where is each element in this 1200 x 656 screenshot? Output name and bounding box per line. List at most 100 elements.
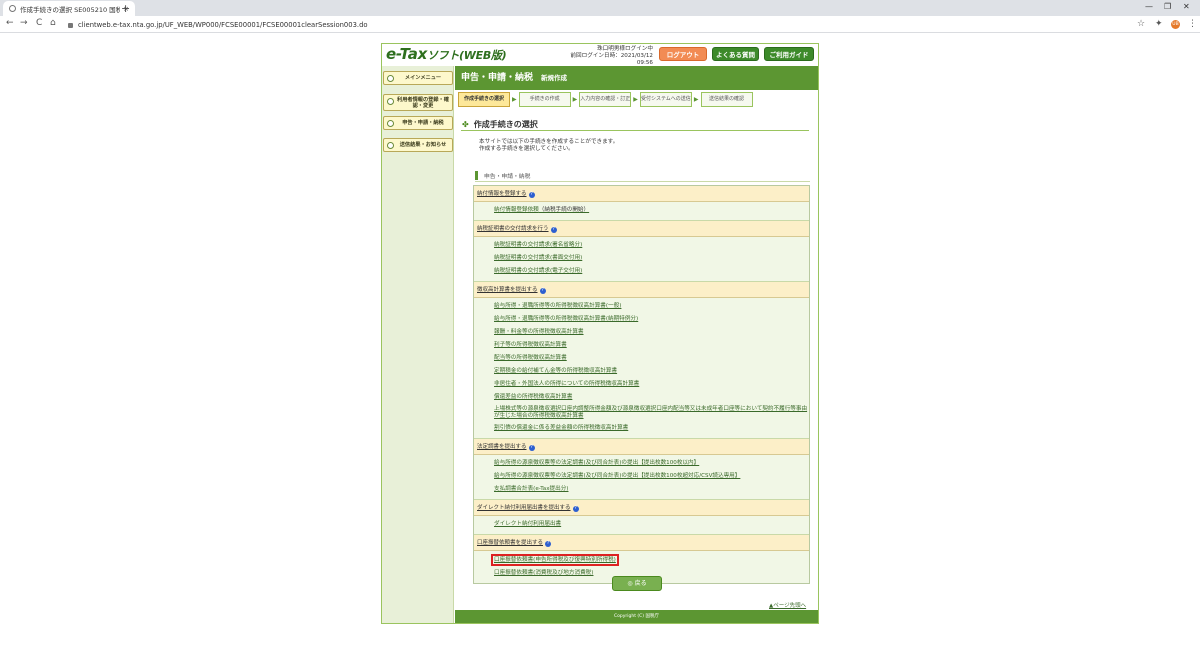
procedure-link[interactable]: 納税証明書の交付請求(電子交付用) [494, 265, 809, 278]
help-icon[interactable]: ? [528, 445, 535, 451]
page-icon [9, 5, 16, 12]
window-close-icon[interactable]: ✕ [1183, 2, 1190, 11]
group-header[interactable]: 納税証明書の交付請求を行う? [474, 221, 809, 237]
help-icon[interactable]: ? [572, 506, 579, 512]
home-icon[interactable]: ⌂ [50, 18, 56, 28]
step-3: 入力内容の確認・訂正 [579, 92, 632, 107]
arrow-right-icon: ▶ [512, 96, 517, 103]
step-indicator: 作成手続きの選択 ▶ 手続きの作成 ▶ 入力内容の確認・訂正 ▶ 受付システムへ… [458, 92, 753, 107]
procedure-link[interactable]: 報酬・料金等の所得税徴収高計算書 [494, 326, 809, 339]
page-title: 申告・申請・納税 [461, 73, 534, 83]
section-title: ✤ 作成手続きの選択 [462, 119, 538, 130]
procedure-link[interactable]: 割引債の償還金に係る差益金額の所得税徴収高計算書 [494, 422, 809, 435]
url-text: clientweb.e-tax.nta.go.jp/UF_WEB/WP000/F… [78, 21, 368, 29]
profile-avatar[interactable]: UB [1171, 20, 1180, 29]
sidebar-item-main-menu[interactable]: メインメニュー [383, 71, 453, 85]
arrow-right-icon: ▶ [693, 96, 699, 103]
help-icon[interactable]: ? [539, 288, 546, 294]
forward-icon[interactable]: → [20, 18, 28, 28]
intro-line: 作成する手続きを選択してください。 [479, 146, 574, 152]
procedure-link[interactable]: 償還差益の所得税徴収高計算書 [494, 391, 809, 404]
group-body: 納付情報登録依頼（納税手続の開始） [474, 202, 809, 221]
sidebar-item-user-info[interactable]: 利用者情報の登録・確認・変更 [383, 94, 453, 111]
procedure-link[interactable]: 給与所得・退職所得等の所得税徴収高計算書(納期特例分) [494, 313, 809, 326]
lock-icon [68, 22, 73, 28]
faq-button[interactable]: よくある質問 [712, 47, 759, 61]
procedure-link[interactable]: 給与所得の源泉徴収票等の法定調書(及び同合計表)の提出【提出枚数100枚以内】 [494, 457, 809, 470]
logout-button[interactable]: ログアウト [659, 47, 707, 61]
group-header[interactable]: 納付情報を登録する? [474, 186, 809, 202]
help-icon[interactable]: ? [550, 227, 557, 233]
procedure-link[interactable]: 納付情報登録依頼（納税手続の開始） [494, 204, 809, 217]
group-title[interactable]: ダイレクト納付利用届出書を提出する [477, 505, 571, 511]
browser-tabbar: 作成手続きの選択 SE005210 国税 × + — ❐ ✕ [0, 0, 1200, 16]
group-body: 納税証明書の交付請求(署名省略分) 納税証明書の交付請求(書面交付用) 納税証明… [474, 237, 809, 282]
sidebar-item-label: 申告・申請・納税 [402, 120, 444, 126]
divider [475, 181, 810, 182]
tab-title: 作成手続きの選択 SE005210 国税 [20, 5, 121, 14]
procedure-link[interactable]: 支払調書合計表(e-Tax提出分) [494, 483, 809, 496]
group-body: 給与所得の源泉徴収票等の法定調書(及び同合計表)の提出【提出枚数100枚以内】 … [474, 455, 809, 500]
browser-tab[interactable]: 作成手続きの選択 SE005210 国税 × [3, 1, 135, 16]
sidebar-item-results[interactable]: 送信結果・お知らせ [383, 138, 453, 152]
help-icon[interactable]: ? [545, 541, 552, 547]
category-label: 申告・申請・納税 [475, 171, 530, 180]
new-tab-button[interactable]: + [121, 2, 130, 15]
logo-main: e-Tax [386, 45, 427, 63]
etax-page: e-Taxソフト(WEB版) 珠口明男様ログイン中 前回ログイン日時：2021/… [381, 43, 819, 624]
procedure-link[interactable]: 給与所得・退職所得等の所得税徴収高計算書(一般) [494, 300, 809, 313]
procedure-link[interactable]: 非居住者・外国法人の所得についての所得税徴収高計算書 [494, 378, 809, 391]
group-body: 給与所得・退職所得等の所得税徴収高計算書(一般) 給与所得・退職所得等の所得税徴… [474, 298, 809, 439]
minimize-icon[interactable]: — [1145, 2, 1153, 11]
procedure-link[interactable]: 給与所得の源泉徴収票等の法定調書(及び同合計表)の提出【提出枚数100枚超対応/… [494, 470, 809, 483]
procedure-link[interactable]: ダイレクト納付利用届出書 [494, 518, 809, 531]
section-title-text: 作成手続きの選択 [473, 120, 538, 129]
procedure-link[interactable]: 上場株式等の源泉徴収選択口座内調整所得金額及び源泉徴収選択口座内配当等又は未成年… [494, 404, 809, 422]
restore-icon[interactable]: ❐ [1164, 2, 1171, 11]
procedure-link[interactable]: 納税証明書の交付請求(書面交付用) [494, 252, 809, 265]
sidebar-item-label: 利用者情報の登録・確認・変更 [397, 96, 449, 109]
group-title[interactable]: 徴収高計算書を提出する [477, 287, 538, 293]
main-header: 申告・申請・納税 新規作成 [455, 66, 818, 90]
sidebar-item-label: メインメニュー [404, 75, 442, 81]
reload-icon[interactable]: C [36, 18, 42, 28]
arrow-right-icon: ▶ [572, 96, 578, 103]
procedure-table: 納付情報を登録する? 納付情報登録依頼（納税手続の開始） 納税証明書の交付請求を… [473, 185, 810, 584]
procedure-link[interactable]: 利子等の所得税徴収高計算書 [494, 339, 809, 352]
group-title[interactable]: 納税証明書の交付請求を行う [477, 226, 549, 232]
help-icon[interactable]: ? [528, 192, 535, 198]
group-header[interactable]: 徴収高計算書を提出する? [474, 282, 809, 298]
link-text[interactable]: 納付情報登録依頼 [494, 207, 539, 213]
group-title[interactable]: 法定調書を提出する [477, 444, 527, 450]
sidebar-item-filing[interactable]: 申告・申請・納税 [383, 116, 453, 130]
back-button[interactable]: ◎ 戻る [612, 576, 662, 591]
circle-icon [387, 142, 394, 149]
group-title[interactable]: 納付情報を登録する [477, 191, 527, 197]
arrow-right-icon: ▶ [633, 96, 638, 103]
page-subtitle: 新規作成 [541, 74, 568, 82]
circle-icon [387, 75, 394, 82]
step-1: 作成手続きの選択 [458, 92, 510, 107]
user-info: 珠口明男様ログイン中 前回ログイン日時：2021/03/12 09:56 [557, 46, 653, 67]
guide-button[interactable]: ご利用ガイド [764, 47, 814, 61]
menu-icon[interactable]: ⋮ [1188, 19, 1197, 29]
link-text[interactable]: 口座振替依頼書(申告所得税及び復興特別所得税) [491, 554, 619, 566]
intro-text: 本サイトでは以下の手続きを作成することができます。 作成する手続きを選択してくだ… [479, 139, 618, 153]
group-header[interactable]: 法定調書を提出する? [474, 439, 809, 455]
procedure-link-highlighted[interactable]: 口座振替依頼書(申告所得税及び復興特別所得税) [491, 554, 619, 567]
extensions-icon[interactable]: ✦ [1155, 19, 1163, 29]
back-icon[interactable]: ← [6, 18, 14, 28]
address-bar: ← → C ⌂ clientweb.e-tax.nta.go.jp/UF_WEB… [0, 16, 1200, 33]
circle-icon [387, 98, 394, 105]
group-title[interactable]: 口座振替依頼書を提出する [477, 540, 543, 546]
page-top-link[interactable]: ▲ページ先頭へ [769, 601, 806, 609]
logo-sub: ソフト(WEB版) [426, 49, 507, 62]
group-header[interactable]: 口座振替依頼書を提出する? [474, 535, 809, 551]
procedure-link[interactable]: 納税証明書の交付請求(署名省略分) [494, 239, 809, 252]
procedure-link[interactable]: 配当等の所得税徴収高計算書 [494, 352, 809, 365]
procedure-link[interactable]: 定期積金の給付補てん金等の所得税徴収高計算書 [494, 365, 809, 378]
group-header[interactable]: ダイレクト納付利用届出書を提出する? [474, 500, 809, 516]
url-field[interactable]: clientweb.e-tax.nta.go.jp/UF_WEB/WP000/F… [68, 19, 1128, 31]
star-icon[interactable]: ☆ [1137, 19, 1145, 29]
etax-logo: e-Taxソフト(WEB版) [386, 45, 507, 63]
